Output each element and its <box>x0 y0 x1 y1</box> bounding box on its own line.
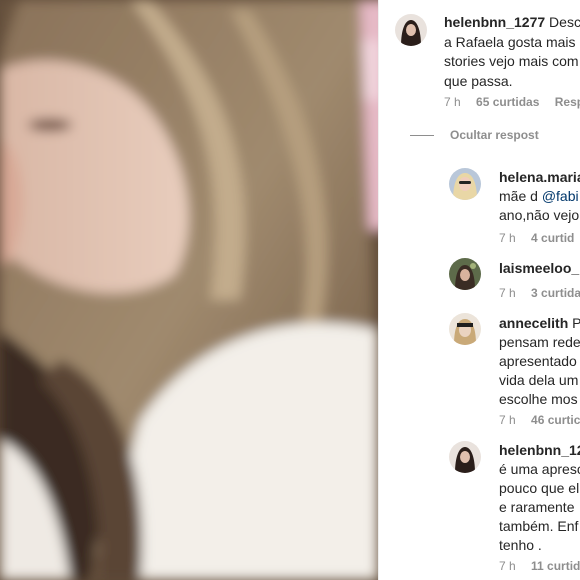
comment-likes[interactable]: 11 curtida <box>531 559 580 573</box>
divider-line <box>410 135 434 136</box>
comment-likes[interactable]: 65 curtidas <box>476 95 539 109</box>
comment-username[interactable]: laismeeloo_ <box>499 260 579 276</box>
comment-time[interactable]: 7 h <box>499 559 516 573</box>
comment-meta: 7 h 65 curtidas Resp <box>444 95 580 109</box>
comment-meta: 7 h 3 curtida <box>499 286 580 300</box>
avatar-image <box>449 258 481 290</box>
comment-line: apresentado <box>499 353 577 369</box>
comment-meta: 7 h 46 curtic <box>499 413 580 427</box>
comment-text: helenbnn_12 <box>499 441 580 459</box>
comment-username[interactable]: helena.maria <box>499 169 580 185</box>
hide-replies-button[interactable]: Ocultar respost <box>410 128 539 142</box>
avatar[interactable] <box>395 14 427 46</box>
comment-line: escolhe mos <box>499 391 578 407</box>
comment-main: helenbnn_1277 Desc a Rafaela gosta mais … <box>379 0 580 120</box>
avatar-image <box>449 313 481 345</box>
avatar[interactable] <box>449 441 481 473</box>
reply-comment: annecelith P pensam rede apresentado vid… <box>379 305 580 435</box>
comments-panel[interactable]: helenbnn_1277 Desc a Rafaela gosta mais … <box>379 0 580 580</box>
comment-time[interactable]: 7 h <box>499 286 516 300</box>
comment-username[interactable]: annecelith <box>499 315 568 331</box>
comment-meta: 7 h 4 curtid <box>499 231 574 245</box>
comment-username[interactable]: helenbnn_1277 <box>444 14 545 30</box>
comment-line: é uma apresc <box>499 461 580 477</box>
post-photo-image <box>0 0 378 580</box>
avatar-image <box>449 168 481 200</box>
comment-likes[interactable]: 4 curtid <box>531 231 574 245</box>
comment-line-text: mãe d <box>499 188 538 204</box>
avatar[interactable] <box>449 258 481 290</box>
reply-button[interactable]: Resp <box>555 95 580 109</box>
comment-line: vida dela um <box>499 372 579 388</box>
comment-time[interactable]: 7 h <box>444 95 461 109</box>
comment-meta: 7 h 11 curtida <box>499 559 580 573</box>
comment-line: pouco que el <box>499 480 580 496</box>
comment-likes[interactable]: 3 curtida <box>531 286 580 300</box>
comment-text: helena.maria <box>499 168 580 186</box>
avatar-image <box>395 14 427 46</box>
comment-text: annecelith P <box>499 314 580 332</box>
comment-text: helenbnn_1277 Desc <box>444 13 580 31</box>
hide-replies-label: Ocultar respost <box>450 128 539 142</box>
reply-comment: helena.maria mãe d @fabi ano,não vejo 7 … <box>379 160 580 250</box>
comment-time[interactable]: 7 h <box>499 413 516 427</box>
comment-line: Desc <box>549 14 580 30</box>
avatar-image <box>449 441 481 473</box>
comment-line: stories vejo mais com <box>444 53 579 69</box>
comment-username[interactable]: helenbnn_12 <box>499 442 580 458</box>
post-photo <box>0 0 378 580</box>
comment-line: mãe d @fabi <box>499 187 579 205</box>
comment-line: pensam rede <box>499 334 580 350</box>
comment-line: e raramente <box>499 499 575 515</box>
comment-time[interactable]: 7 h <box>499 231 516 245</box>
comment-line: a Rafaela gosta mais <box>444 34 576 50</box>
comment-line-text: P <box>572 315 580 331</box>
comment-text: laismeeloo_ <box>499 259 579 277</box>
comment-line: ano,não vejo <box>499 207 580 223</box>
comment-line: tenho . <box>499 537 542 553</box>
reply-comment: helenbnn_12 é uma apresc pouco que el e … <box>379 433 580 580</box>
reply-comment: laismeeloo_ 7 h 3 curtida <box>379 250 580 310</box>
avatar[interactable] <box>449 313 481 345</box>
comment-likes[interactable]: 46 curtic <box>531 413 580 427</box>
avatar[interactable] <box>449 168 481 200</box>
mention-link[interactable]: @fabi <box>542 188 579 204</box>
comment-line: também. Enf <box>499 518 579 534</box>
comment-line: que passa. <box>444 73 513 89</box>
